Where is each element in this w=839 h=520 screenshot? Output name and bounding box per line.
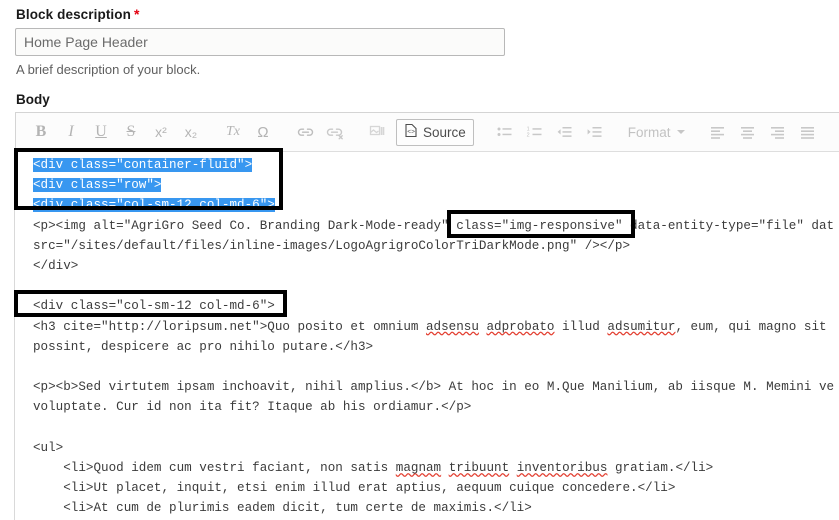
selected-line-3: <div class="col-sm-12 col-md-6"> bbox=[33, 198, 275, 213]
styles-dropdown[interactable]: Styles bbox=[835, 119, 839, 145]
code-line-9d: , eum, qui magno sit bbox=[675, 319, 827, 334]
block-description-label: Block description * bbox=[16, 6, 140, 22]
required-asterisk: * bbox=[133, 6, 140, 22]
code-line-8: <div class="col-sm-12 col-md-6"> bbox=[33, 299, 275, 314]
code-line-16d: gratiam.</li> bbox=[607, 461, 714, 476]
block-description-help-text: A brief description of your block. bbox=[16, 62, 201, 77]
body-field-label: Body bbox=[16, 92, 50, 107]
numbered-list-icon[interactable]: 1 2 bbox=[520, 119, 550, 145]
link-icon[interactable] bbox=[290, 119, 320, 145]
align-left-icon[interactable] bbox=[703, 119, 733, 145]
source-button-label: Source bbox=[423, 124, 466, 140]
outdent-icon[interactable] bbox=[550, 119, 580, 145]
image-icon[interactable] bbox=[362, 119, 392, 145]
code-line-9c: illud bbox=[554, 319, 608, 334]
misspelled-word: adsensu bbox=[426, 319, 479, 334]
source-code-content[interactable]: <div class="container-fluid"> <div class… bbox=[33, 155, 834, 520]
selected-line-1: <div class="container-fluid"> bbox=[33, 158, 253, 172]
align-right-icon[interactable] bbox=[763, 119, 793, 145]
selected-line-2: <div class="row"> bbox=[33, 178, 162, 193]
format-dropdown[interactable]: Format bbox=[622, 119, 691, 145]
chevron-down-icon bbox=[676, 130, 685, 134]
code-line-4c: data-entity-type="file" dat bbox=[622, 218, 835, 233]
misspelled-word: adsumitur bbox=[607, 319, 676, 334]
special-character-button[interactable]: Ω bbox=[248, 119, 278, 145]
align-justify-icon[interactable] bbox=[793, 119, 823, 145]
code-line-5: src="/sites/default/files/inline-images/… bbox=[33, 238, 631, 253]
unlink-icon[interactable] bbox=[320, 119, 350, 145]
underline-button[interactable]: U bbox=[86, 119, 116, 145]
block-description-input[interactable] bbox=[15, 28, 505, 56]
code-line-18: <li>At cum de plurimis eadem dicit, tum … bbox=[33, 501, 532, 516]
code-line-16c bbox=[509, 461, 517, 475]
align-center-icon[interactable] bbox=[733, 119, 763, 145]
code-line-12: <p><b>Sed virtutem ipsam inchoavit, nihi… bbox=[33, 380, 835, 395]
code-line-16a: <li>Quod idem cum vestri faciant, non sa… bbox=[33, 461, 396, 476]
italic-button[interactable]: I bbox=[56, 119, 86, 145]
code-line-15: <ul> bbox=[33, 440, 64, 455]
strikethrough-button[interactable]: S bbox=[116, 119, 146, 145]
misspelled-word: magnam bbox=[395, 461, 442, 476]
superscript-button[interactable]: x² bbox=[146, 119, 176, 145]
code-line-10: possint, despicere ac pro nihilo putare.… bbox=[33, 339, 374, 354]
format-dropdown-label: Format bbox=[627, 124, 671, 140]
bulleted-list-icon[interactable] bbox=[490, 119, 520, 145]
svg-text:<>: <> bbox=[407, 128, 415, 135]
svg-text:2: 2 bbox=[526, 132, 529, 138]
bold-button[interactable]: B bbox=[26, 119, 56, 145]
code-line-16b bbox=[441, 461, 449, 475]
editor-toolbar: B I U S x² x₂ Tx Ω <> Source 1 2 Format bbox=[16, 113, 839, 152]
styles-dropdown-label: Styles bbox=[835, 125, 839, 140]
remove-format-button[interactable]: Tx bbox=[218, 119, 248, 145]
code-line-4b: class="img-responsive" bbox=[456, 218, 623, 233]
indent-icon[interactable] bbox=[580, 119, 610, 145]
code-line-17: <li>Ut placet, inquit, etsi enim illud e… bbox=[33, 481, 676, 496]
code-line-9a: <h3 cite="http://loripsum.net">Quo posit… bbox=[33, 319, 426, 334]
block-description-label-text: Block description bbox=[16, 7, 131, 22]
subscript-button[interactable]: x₂ bbox=[176, 119, 206, 145]
misspelled-word: inventoribus bbox=[516, 461, 608, 476]
source-icon: <> bbox=[404, 123, 418, 141]
code-line-6: </div> bbox=[33, 259, 79, 274]
code-line-4a: <p><img alt="AgriGro Seed Co. Branding D… bbox=[33, 218, 457, 233]
block-edit-form: Block description* A brief description o… bbox=[0, 0, 839, 520]
misspelled-word: adprobato bbox=[486, 319, 555, 334]
source-code-textarea[interactable]: <div class="container-fluid"> <div class… bbox=[15, 153, 839, 520]
source-button[interactable]: <> Source bbox=[396, 118, 474, 146]
misspelled-word: tribuunt bbox=[448, 461, 510, 476]
code-line-13: voluptate. Cur id non ita fit? Itaque ab… bbox=[33, 400, 472, 415]
